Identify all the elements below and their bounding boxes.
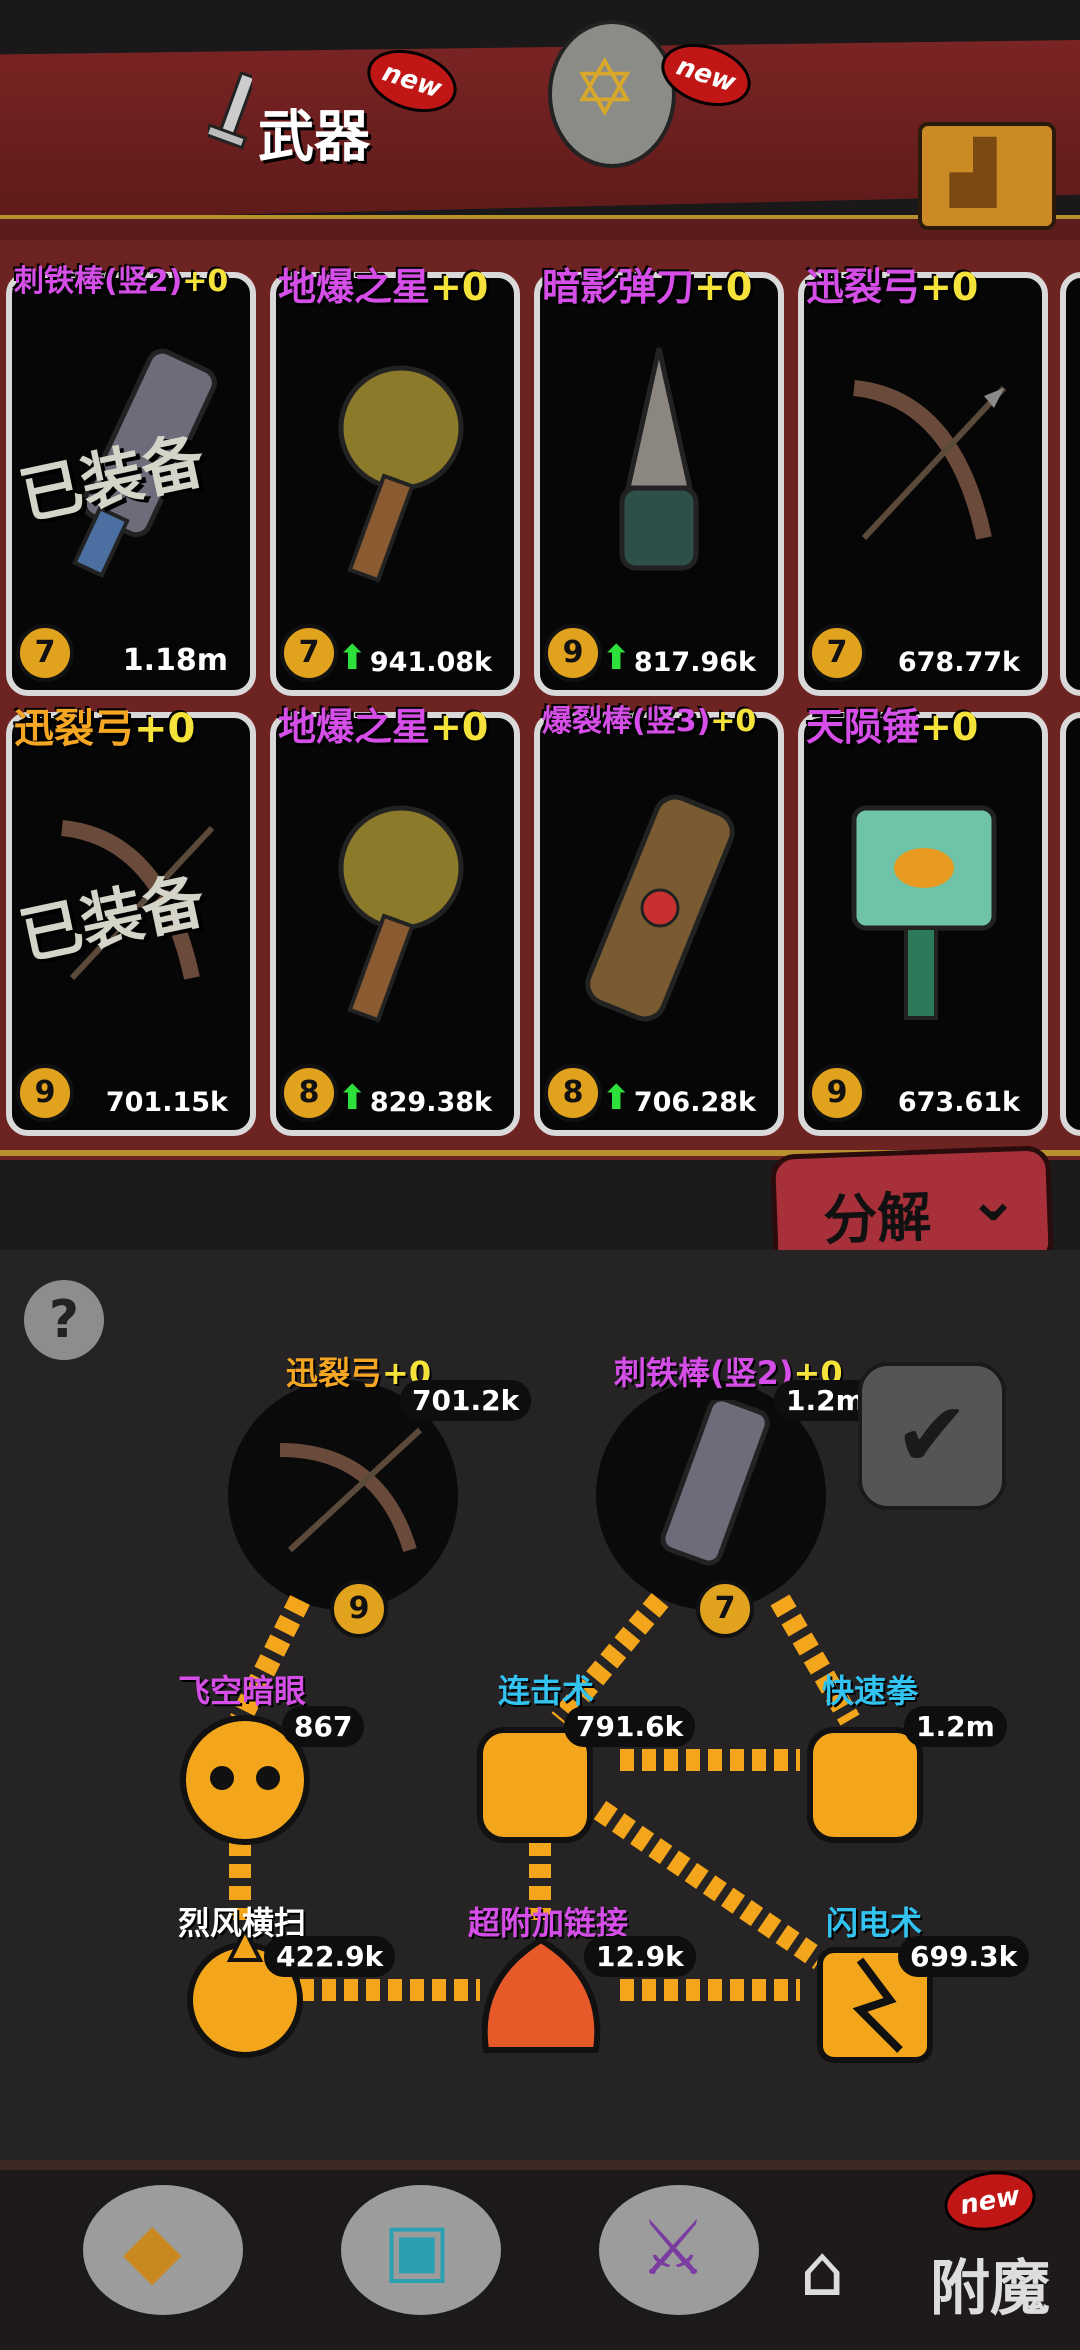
enchant-label: 附魔: [930, 2254, 1050, 2324]
weapon-name-text: 地爆之星: [278, 265, 431, 309]
bow-icon: [270, 1410, 430, 1570]
weapon-power: 1.18m: [122, 643, 228, 678]
weapon-name: 地爆之星+0: [278, 256, 488, 311]
nav-battle-tab[interactable]: ⚔: [594, 2180, 764, 2320]
weapon-card[interactable]: 刺铁棒(竖2)+0 已装备 7 1.18m: [6, 264, 256, 696]
plague-doctor-icon: ◆: [123, 2205, 182, 2294]
weapon-name-text: 迅裂弓: [14, 706, 134, 752]
weapon-name: 地爆之星+0: [278, 696, 488, 751]
skill-label: 飞空暗眼: [178, 1672, 307, 1710]
tetris-block-icon: ▟: [950, 138, 997, 208]
weapon-power: 701.15k: [105, 1087, 228, 1118]
weapon-name: 暗影弹刀+0: [542, 256, 752, 311]
skill-power: 1.2m: [904, 1706, 1007, 1747]
nav-character-tab[interactable]: ◆: [78, 2180, 248, 2320]
meteor-hammer-icon: [834, 778, 1012, 1038]
slot-weapon-name: 迅裂弓: [286, 1354, 383, 1392]
weapon-name-text: 迅裂弓: [806, 265, 921, 309]
sword-icon: [204, 71, 257, 172]
skill-label: 连击术: [498, 1672, 595, 1710]
bow-icon: [834, 338, 1012, 598]
star-rune-tab[interactable]: ✡: [548, 20, 676, 168]
level-badge: 7: [808, 624, 866, 682]
weapon-power: 829.38k: [369, 1087, 492, 1118]
anvil-icon: ⌂: [800, 2230, 845, 2312]
level-badge: 8: [280, 1064, 338, 1122]
weapon-plus: +0: [710, 704, 757, 739]
weapon-name: 刺铁棒(竖2)+0: [14, 256, 228, 300]
burst-club-icon: [570, 778, 748, 1038]
double-chevron-down-icon: ⌄: [965, 1161, 1020, 1237]
weapon-name: 爆裂棒(竖3)+0: [542, 696, 756, 740]
weapon-power: 941.08k: [369, 647, 492, 678]
weapon-plus: +0: [182, 264, 229, 299]
weapon-name-text: 天陨锤: [806, 705, 921, 749]
skill-label: 闪电术: [826, 1904, 923, 1942]
level-badge: 9: [808, 1064, 866, 1122]
shadow-blade-icon: [570, 338, 748, 598]
weapon-plus: +0: [134, 706, 196, 752]
confirm-checkmark-button[interactable]: ✔: [858, 1362, 1006, 1510]
slot-weapon-name: 刺铁棒(竖2): [614, 1354, 794, 1392]
upgrade-arrow-icon: ⬆: [602, 1078, 631, 1118]
weapon-card[interactable]: 爆裂棒(竖3)+0 8 ⬆ 706.28k: [534, 704, 784, 1136]
crossed-swords-icon: ⚔: [639, 2203, 708, 2292]
weapon-card[interactable]: 暗影弹刀+0 9 ⬆ 817.96k: [534, 265, 784, 696]
weapon-name-text: 刺铁棒(竖2): [14, 264, 183, 299]
weapon-card[interactable]: 地爆之星+0 7 ⬆ 941.08k: [270, 265, 520, 696]
weapon-name-text: 地爆之星: [278, 705, 431, 749]
morning-star-icon: [306, 778, 484, 1038]
tab-weapons-title[interactable]: 武器: [258, 92, 370, 173]
weapon-name: 迅裂弓+0: [14, 696, 195, 754]
level-badge: 9: [544, 624, 602, 682]
level-badge: 7: [280, 624, 338, 682]
weapon-card[interactable]: 天陨锤+0 9 673.61k: [798, 705, 1048, 1136]
weapon-plus: +0: [920, 265, 979, 309]
upgrade-arrow-icon: ⬆: [338, 638, 367, 678]
skill-power: 422.9k: [264, 1936, 396, 1977]
skill-power: 867: [282, 1706, 365, 1747]
weapon-name: 迅裂弓+0: [806, 256, 978, 311]
weapon-plus: +0: [920, 705, 979, 749]
decompose-label: 分解: [822, 1185, 933, 1253]
skill-power: 699.3k: [898, 1936, 1030, 1977]
weapon-name: 天陨锤+0: [806, 696, 978, 751]
weapon-card[interactable]: 迅裂弓+0 已装备 9 701.15k: [6, 706, 256, 1136]
skill-power: 12.9k: [584, 1936, 696, 1977]
upgrade-arrow-icon: ⬆: [338, 1078, 367, 1118]
skill-power: 791.6k: [564, 1706, 696, 1747]
nav-inventory-tab[interactable]: ▣: [336, 2180, 506, 2320]
weapon-card-partial[interactable]: [1060, 272, 1080, 696]
star-icon: ✡: [572, 44, 638, 134]
weapon-name-text: 爆裂棒(竖3): [542, 704, 711, 739]
level-badge: 7: [16, 624, 74, 682]
weapon-name-text: 暗影弹刀: [542, 265, 695, 309]
level-badge: 8: [544, 1064, 602, 1122]
weapon-power: 817.96k: [633, 647, 756, 678]
help-button[interactable]: ?: [24, 1280, 104, 1360]
skill-label: 快速拳: [822, 1672, 919, 1710]
upgrade-arrow-icon: ⬆: [602, 638, 631, 678]
weapon-power: 706.28k: [633, 1087, 756, 1118]
weapon-plus: +0: [694, 265, 753, 309]
weapon-card-partial[interactable]: [1060, 712, 1080, 1136]
weapon-plus: +0: [430, 705, 489, 749]
level-badge: 9: [16, 1064, 74, 1122]
screen-icon: ▣: [383, 2207, 452, 2291]
morning-star-icon: [306, 338, 484, 598]
puzzle-piece-tab[interactable]: ▟: [918, 122, 1056, 230]
weapon-power: 678.77k: [897, 647, 1020, 678]
weapon-card[interactable]: 地爆之星+0 8 ⬆ 829.38k: [270, 705, 520, 1136]
weapon-card[interactable]: 迅裂弓+0 7 678.77k: [798, 265, 1048, 696]
weapon-plus: +0: [430, 265, 489, 309]
weapon-power: 673.61k: [897, 1087, 1020, 1118]
